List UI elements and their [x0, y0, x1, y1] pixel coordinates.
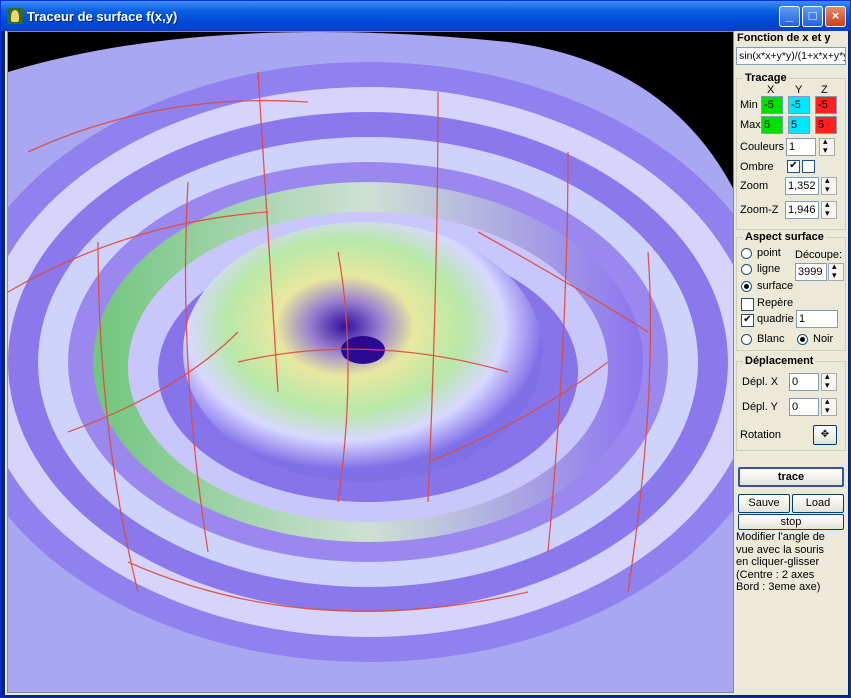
blanc-label: Blanc [757, 333, 785, 345]
function-heading: Fonction de x et y [737, 32, 831, 44]
max-label: Max [740, 119, 761, 131]
min-y-input[interactable]: -5 [788, 96, 810, 114]
max-z-input[interactable]: 5 [815, 116, 837, 134]
help-line-5: Bord : 3eme axe) [736, 581, 821, 593]
help-line-2: vue avec la souris [736, 543, 825, 556]
rotation-arrows-control[interactable]: ✥ [813, 425, 837, 445]
tracage-title: Tracage [743, 72, 789, 84]
point-radio[interactable] [741, 248, 752, 259]
decoupe-spinner[interactable] [828, 261, 844, 281]
min-x-input[interactable]: -5 [761, 96, 783, 114]
noir-radio[interactable] [797, 334, 808, 345]
help-line-4: (Centre : 2 axes [736, 568, 815, 581]
load-button[interactable]: Load [792, 494, 844, 513]
col-z-label: Z [821, 84, 828, 96]
quadrie-input[interactable]: 1 [796, 310, 838, 328]
noir-label: Noir [813, 333, 834, 345]
zoomz-spinner[interactable] [821, 199, 837, 219]
zoomz-label: Zoom-Z [740, 204, 779, 216]
max-y-input[interactable]: 5 [788, 116, 810, 134]
couleurs-label: Couleurs [740, 141, 785, 153]
deplacement-group: Déplacement Dépl. X 0 Dépl. Y 0 Rotation… [736, 355, 846, 451]
stop-button[interactable]: stop [738, 514, 844, 530]
surface-label: surface [757, 280, 794, 292]
repere-label: Repère [757, 297, 794, 309]
help-text: Modifier l'angle de vue avec la souris e… [736, 531, 846, 691]
deplacement-title: Déplacement [743, 355, 816, 367]
tracage-group: Tracage X Y Z Min -5 -5 -5 Max 5 5 5 Cou… [736, 72, 846, 230]
surface-plot-image [8, 32, 733, 692]
zoom-label: Zoom [740, 180, 769, 192]
aspect-title: Aspect surface [743, 231, 826, 243]
help-line-1: Modifier l'angle de [736, 531, 825, 543]
col-x-label: X [767, 84, 775, 96]
deply-spinner[interactable] [821, 396, 837, 416]
deply-input[interactable]: 0 [789, 398, 819, 416]
decoupe-input[interactable]: 3999 [795, 263, 827, 281]
deplx-label: Dépl. X [742, 376, 779, 388]
control-panel: Fonction de x et y sin(x*x+y*y)/(1+x*x+y… [735, 31, 848, 695]
trace-button[interactable]: trace [738, 467, 844, 487]
ombre-checkbox[interactable]: ✔ [787, 160, 800, 173]
decoupe-label: Découpe: [795, 249, 843, 261]
col-y-label: Y [795, 84, 803, 96]
couleurs-spinner[interactable] [819, 136, 835, 156]
deplx-spinner[interactable] [821, 371, 837, 391]
sauve-button[interactable]: Sauve [738, 494, 790, 513]
zoom-input[interactable]: 1,352 [785, 177, 819, 195]
window-title: Traceur de surface f(x,y) [27, 9, 178, 24]
surface-plot-canvas[interactable] [7, 31, 734, 693]
zoom-spinner[interactable] [821, 175, 837, 195]
min-label: Min [740, 99, 758, 111]
maximize-button[interactable]: □ [802, 6, 823, 27]
couleurs-input[interactable]: 1 [786, 138, 816, 156]
surface-radio[interactable] [741, 281, 752, 292]
close-button[interactable]: × [825, 6, 846, 27]
repere-checkbox[interactable] [741, 298, 754, 311]
app-icon [7, 8, 23, 24]
max-x-input[interactable]: 5 [761, 116, 783, 134]
aspect-surface-group: Aspect surface point Découpe: ligne 3999… [736, 231, 846, 351]
min-z-input[interactable]: -5 [815, 96, 837, 114]
quadrie-label: quadrie [757, 313, 794, 325]
ombre-checkbox-2[interactable] [802, 160, 815, 173]
ombre-label: Ombre [740, 161, 774, 173]
quadrie-checkbox[interactable]: ✔ [741, 314, 754, 327]
function-input[interactable]: sin(x*x+y*y)/(1+x*x+y*y) [736, 47, 846, 65]
help-line-3: en cliquer-glisser [736, 556, 820, 568]
zoomz-input[interactable]: 1,946 [785, 201, 819, 219]
minimize-button[interactable]: _ [779, 6, 800, 27]
rotation-label: Rotation [740, 429, 781, 441]
point-label: point [757, 247, 781, 259]
client-area: Fonction de x et y sin(x*x+y*y)/(1+x*x+y… [5, 31, 848, 695]
deplx-input[interactable]: 0 [789, 373, 819, 391]
title-bar[interactable]: Traceur de surface f(x,y) _ □ × [1, 1, 850, 31]
ligne-label: ligne [757, 263, 781, 275]
ligne-radio[interactable] [741, 264, 752, 275]
app-window: Traceur de surface f(x,y) _ □ × Fonction… [0, 0, 851, 698]
deply-label: Dépl. Y [742, 401, 778, 413]
blanc-radio[interactable] [741, 334, 752, 345]
